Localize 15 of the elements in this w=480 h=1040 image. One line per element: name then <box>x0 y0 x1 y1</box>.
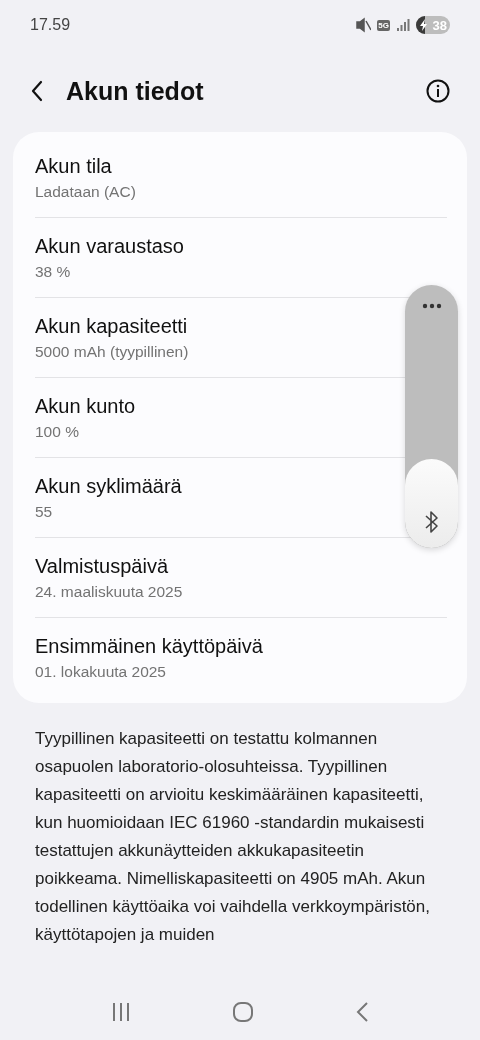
home-icon[interactable] <box>232 1002 253 1022</box>
info-paragraph: Tyypillinen kapasiteetti on testattu kolmannen osapuolen laboratorio-olosuhteissa. Tyypillinen kapasiteetti on arvioitu keskimääräinen kapasiteetti, kun huomioidaan IEC 61960 -standardin mukaisesti testattujen akkunäytteiden akkukapasiteetin poikkeama. Nimelliskapasiteetti on 4905 mAh. Akun todellinen käyttöaika voi vaihdella verkkoympäristön, käyttötapojen ja muiden <box>35 728 431 946</box>
volume-slider-thumb[interactable] <box>405 458 458 548</box>
battery-indicator: 38 <box>416 16 450 34</box>
back-icon[interactable] <box>30 80 44 102</box>
signal-icon <box>396 19 410 31</box>
info-icon[interactable] <box>426 79 450 103</box>
settings-item[interactable]: Ensimmäinen käyttöpäivä 01. lokakuuta 2025 <box>35 618 447 697</box>
settings-item[interactable]: Akun tila Ladataan (AC) <box>35 138 447 218</box>
network-type: 5G <box>377 19 390 31</box>
bluetooth-icon <box>423 510 440 534</box>
recents-icon[interactable] <box>111 1003 130 1021</box>
more-icon[interactable] <box>421 303 442 309</box>
clock: 17.59 <box>30 16 72 34</box>
page-title: Akun tiedot <box>66 76 205 106</box>
